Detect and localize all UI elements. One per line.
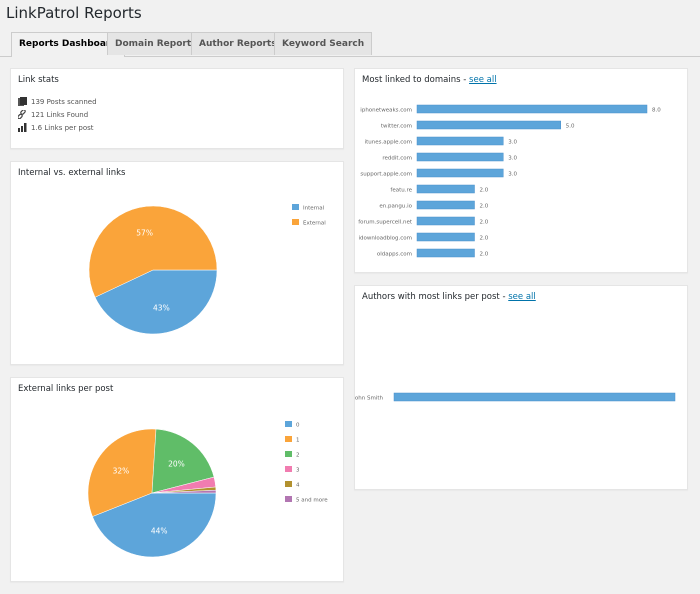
bar-value-label: 2.0 [480,204,489,210]
pie-slice-label: 20% [168,459,185,468]
bar-category-label: oldapps.com [377,252,412,258]
legend-swatch [285,436,292,442]
legend-swatch [285,496,292,502]
legend-label: 0 [296,423,300,429]
bar-value-label: 3.0 [508,172,517,178]
legend-swatch [292,219,299,225]
bar [416,168,504,178]
domains-card: Most linked to domains - see all iphonet… [354,68,688,273]
bar-value-label: 2.0 [480,220,489,226]
bar [416,184,475,194]
external-links-pie-chart: 44% 32% 20% 0 1 2 3 4 5 and more [87,421,328,558]
bar [416,200,475,210]
legend-label: External [303,221,326,227]
legend-label: 3 [296,468,300,474]
bar-category-label: reddit.com [382,156,412,162]
tab-keyword-search[interactable]: Keyword Search [274,32,373,55]
authors-card: Authors with most links per post - see a… [354,285,688,490]
bar [393,392,676,402]
bar [416,120,561,130]
bar [416,216,475,226]
link-stats-title: Link stats [18,75,59,85]
report-tabs: Reports Dashboard Domain Reports Author … [0,32,700,57]
stat-text: 139 Posts scanned [31,97,97,106]
bar-category-label: support.apple.com [360,172,412,178]
tab-author-reports[interactable]: Author Reports [191,32,285,55]
bar-value-label: 5.0 [566,124,575,130]
bar [416,136,504,146]
legend-label: 4 [296,483,300,489]
bar-category-label: iphonetweaks.com [360,108,412,114]
tab-domain-reports[interactable]: Domain Reports [107,32,205,55]
authors-bar-chart: John Smith [355,392,676,402]
bar [416,104,648,114]
bar [416,248,475,258]
pie-slice-label: 32% [113,466,130,475]
bar-value-label: 3.0 [508,156,517,162]
link-stats-card: Link stats 139 Posts scanned 121 Links F… [10,68,344,149]
stat-links-found: 121 Links Found [17,109,89,120]
legend-swatch [285,451,292,457]
bar-value-label: 2.0 [480,236,489,242]
bar-value-label: 2.0 [480,188,489,194]
bar-category-label: featu.re [390,188,412,194]
domains-bar-chart: iphonetweaks.com 8.0 twitter.com 5.0 itunes.… [358,104,661,258]
internal-external-pie-chart: 43% 57% Internal External [88,204,326,335]
bar-value-label: 3.0 [508,140,517,146]
bar-value-label: 2.0 [480,252,489,258]
pie-slice-label: 57% [136,229,153,238]
bar-value-label: 8.0 [652,108,661,114]
page-title: LinkPatrol Reports [6,4,142,22]
bar-chart-icon [18,123,27,132]
stat-text: 121 Links Found [31,110,89,119]
legend-swatch [285,466,292,472]
legend-label: 2 [296,453,300,459]
bar-category-label: John Smith [355,396,384,402]
stat-posts-scanned: 139 Posts scanned [18,97,97,106]
stat-text: 1.6 Links per post [31,123,94,132]
legend-label: Internal [303,206,325,212]
legend-swatch [285,421,292,427]
stat-links-per-post: 1.6 Links per post [18,123,94,132]
bar [416,232,475,242]
bar-category-label: idownloadblog.com [359,236,413,242]
legend-swatch [292,204,299,210]
bar-category-label: itunes.apple.com [365,140,412,146]
bar [416,152,504,162]
legend-label: 5 and more [296,498,328,504]
external-links-card: External links per post 44% 32% 20% 0 1 2 3 4 5 … [10,377,344,582]
bar-category-label: forum.supercell.net [358,220,413,226]
bar-category-label: en.pangu.io [379,204,412,210]
internal-external-card: Internal vs. external links 43% 57% Intern… [10,161,344,365]
pie-slice-label: 44% [151,527,168,536]
legend-swatch [285,481,292,487]
pie-slice-label: 43% [153,303,170,312]
bar-category-label: twitter.com [381,124,412,130]
posts-icon [18,97,27,106]
link-icon [17,109,27,120]
legend-label: 1 [296,438,300,444]
